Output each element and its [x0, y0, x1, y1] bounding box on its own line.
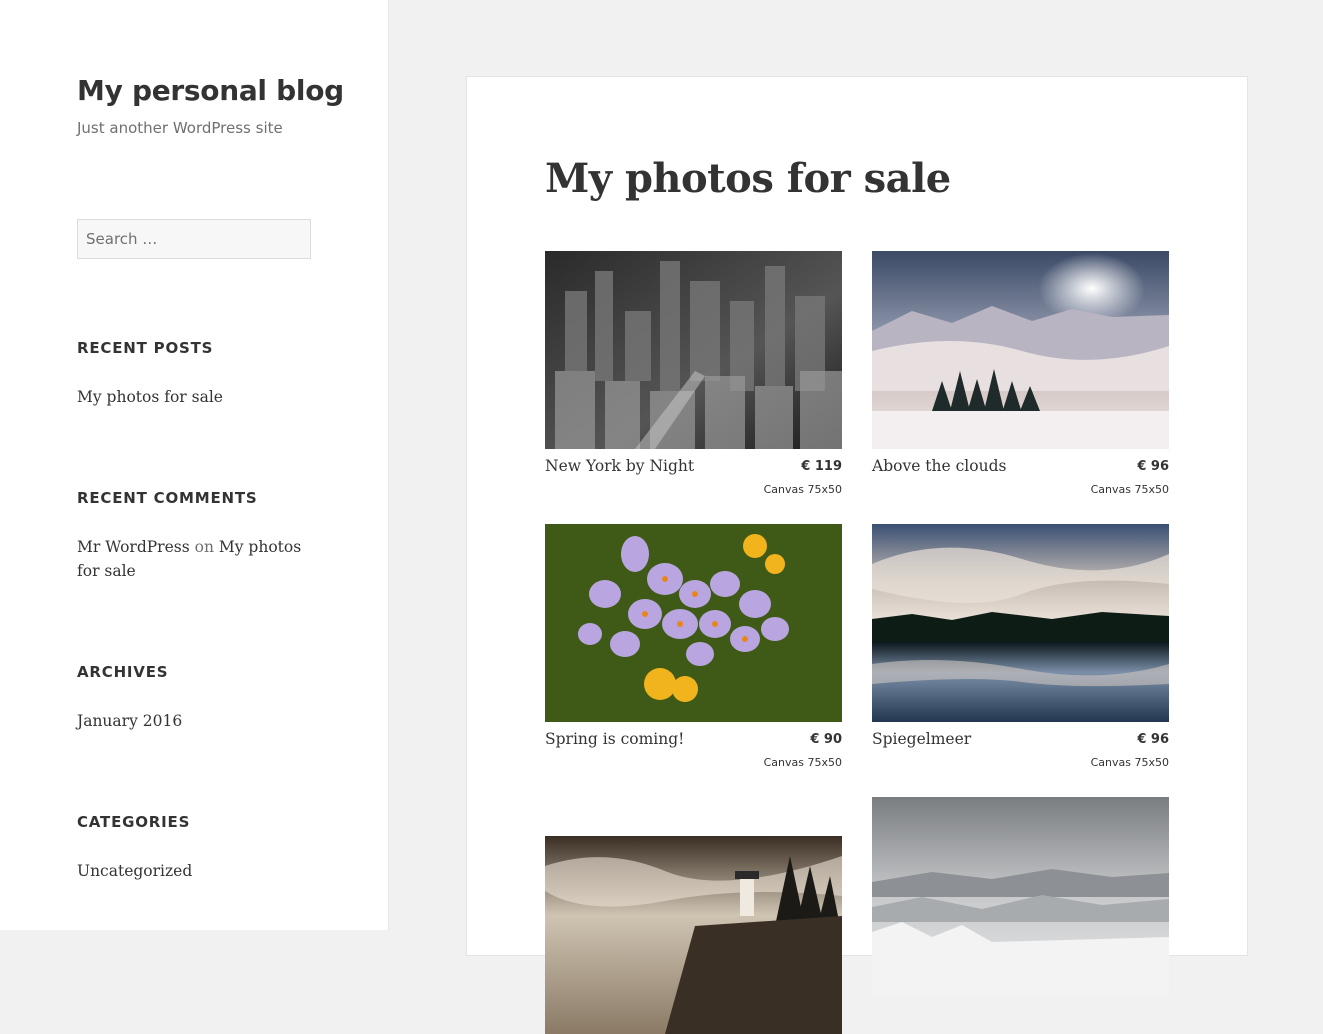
- post-title: My photos for sale: [545, 155, 951, 202]
- search-input[interactable]: [77, 219, 311, 259]
- product-card: Above the clouds € 96 Canvas 75x50: [872, 251, 1169, 496]
- product-variant: Canvas 75x50: [1090, 756, 1169, 769]
- product-name[interactable]: New York by Night: [545, 457, 694, 475]
- product-price: € 90: [810, 732, 842, 747]
- recent-posts-title: RECENT POSTS: [77, 339, 214, 357]
- product-card: Spring is coming! € 90 Canvas 75x50: [545, 524, 842, 769]
- product-image-lighthouse[interactable]: [545, 836, 842, 1034]
- recent-post-link[interactable]: My photos for sale: [77, 385, 223, 409]
- product-name[interactable]: Spiegelmeer: [872, 730, 971, 748]
- sidebar: My personal blog Just another WordPress …: [0, 0, 389, 930]
- recent-comments-title: RECENT COMMENTS: [77, 489, 258, 507]
- post-content: My photos for sale New York by Night € 1…: [466, 76, 1248, 1034]
- product-name[interactable]: Above the clouds: [872, 457, 1006, 475]
- product-card: [872, 797, 1169, 995]
- comment-author-link[interactable]: Mr WordPress: [77, 538, 190, 556]
- product-variant: Canvas 75x50: [763, 756, 842, 769]
- site-description: Just another WordPress site: [77, 119, 283, 137]
- product-card: [545, 836, 842, 1034]
- product-price: € 119: [801, 459, 842, 474]
- product-image-new-york[interactable]: [545, 251, 842, 449]
- comment-post-link[interactable]: My photos: [219, 538, 301, 556]
- product-variant: Canvas 75x50: [1090, 483, 1169, 496]
- product-image-spiegelmeer[interactable]: [872, 524, 1169, 722]
- comment-on-text: on: [194, 538, 214, 556]
- product-variant: Canvas 75x50: [763, 483, 842, 496]
- product-image-spring[interactable]: [545, 524, 842, 722]
- comment-post-link-cont[interactable]: for sale: [77, 562, 136, 580]
- categories-title: CATEGORIES: [77, 813, 191, 831]
- archive-link[interactable]: January 2016: [77, 709, 182, 733]
- product-card: New York by Night € 119 Canvas 75x50: [545, 251, 842, 496]
- recent-comment-item: Mr WordPress on My photos for sale: [77, 535, 317, 583]
- category-link[interactable]: Uncategorized: [77, 859, 192, 883]
- product-card: Spiegelmeer € 96 Canvas 75x50: [872, 524, 1169, 769]
- archives-title: ARCHIVES: [77, 663, 169, 681]
- product-name[interactable]: Spring is coming!: [545, 730, 684, 748]
- product-image-mountains[interactable]: [872, 797, 1169, 995]
- product-image-above-the-clouds[interactable]: [872, 251, 1169, 449]
- product-price: € 96: [1137, 732, 1169, 747]
- site-title[interactable]: My personal blog: [77, 74, 344, 107]
- product-price: € 96: [1137, 459, 1169, 474]
